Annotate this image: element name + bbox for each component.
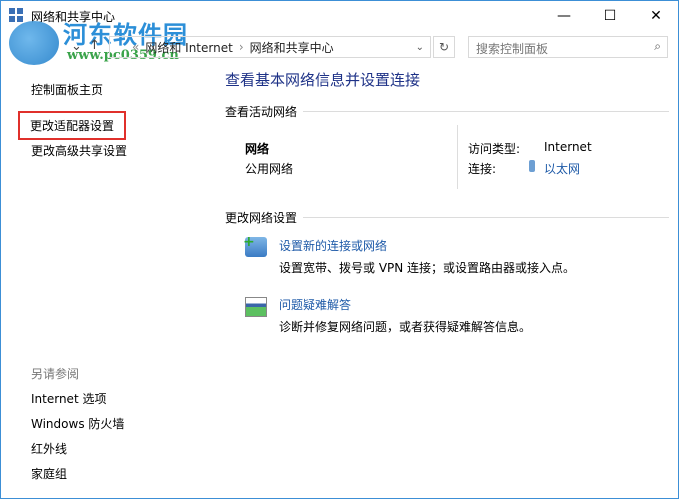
recent-locations-button[interactable]: ⌄ <box>71 39 82 54</box>
connection-label: 连接: <box>468 162 497 176</box>
refresh-button[interactable]: ↻ <box>433 36 455 58</box>
address-dropdown-icon[interactable]: ⌄ <box>416 42 424 53</box>
link-firewall[interactable]: Windows 防火墙 <box>31 415 124 432</box>
breadcrumb-network-center[interactable]: 网络和共享中心 <box>250 39 334 56</box>
page-title: 查看基本网络信息并设置连接 <box>225 71 421 89</box>
search-placeholder: 搜索控制面板 <box>476 42 549 56</box>
access-type-value: Internet <box>544 140 592 154</box>
network-type[interactable]: 公用网络 <box>245 160 293 177</box>
troubleshoot-desc: 诊断并修复网络问题，或者获得疑难解答信息。 <box>279 320 532 334</box>
access-type-label: 访问类型: <box>468 142 521 156</box>
maximize-button[interactable]: ☐ <box>587 1 633 31</box>
search-input[interactable]: 搜索控制面板 ⌕ <box>468 36 668 58</box>
sidebar-advanced-sharing[interactable]: 更改高级共享设置 <box>31 142 127 159</box>
network-center-icon <box>9 8 23 22</box>
divider <box>457 125 458 189</box>
sidebar-home[interactable]: 控制面板主页 <box>31 81 103 98</box>
watermark-logo-icon <box>9 21 59 65</box>
search-icon[interactable]: ⌕ <box>654 39 661 54</box>
close-button[interactable]: ✕ <box>633 1 679 31</box>
troubleshoot-link[interactable]: 问题疑难解答 <box>279 296 351 313</box>
section-heading: 查看活动网络 <box>225 105 298 119</box>
breadcrumb-overflow[interactable]: « <box>132 40 139 54</box>
change-settings-section: 更改网络设置 <box>225 209 669 226</box>
ethernet-icon <box>529 160 535 172</box>
setup-connection-link[interactable]: 设置新的连接或网络 <box>279 237 387 254</box>
setup-connection-desc: 设置宽带、拨号或 VPN 连接；或设置路由器或接入点。 <box>279 261 576 275</box>
link-infrared[interactable]: 红外线 <box>31 440 67 457</box>
link-homegroup[interactable]: 家庭组 <box>31 465 67 482</box>
minimize-button[interactable]: — <box>541 1 587 31</box>
troubleshoot-icon <box>245 297 267 317</box>
address-bar[interactable]: « 网络和 Internet › 网络和共享中心 ⌄ <box>109 36 431 58</box>
up-button[interactable]: ↑ <box>89 38 100 53</box>
window: 网络和共享中心 — ☐ ✕ 河东软件园 www.pc0359.cn ⌄ ↑ « … <box>0 0 679 499</box>
see-also-heading: 另请参阅 <box>31 367 80 381</box>
breadcrumb-network-internet[interactable]: 网络和 Internet <box>145 39 232 56</box>
sidebar-change-adapter[interactable]: 更改适配器设置 <box>18 111 127 140</box>
section-heading: 更改网络设置 <box>225 211 298 225</box>
new-connection-icon: + <box>243 234 267 257</box>
active-networks-section: 查看活动网络 <box>225 103 669 120</box>
link-internet-options[interactable]: Internet 选项 <box>31 390 106 407</box>
network-name: 网络 <box>245 142 270 156</box>
breadcrumb-separator[interactable]: › <box>239 40 244 54</box>
connection-ethernet-link[interactable]: 以太网 <box>544 160 580 177</box>
